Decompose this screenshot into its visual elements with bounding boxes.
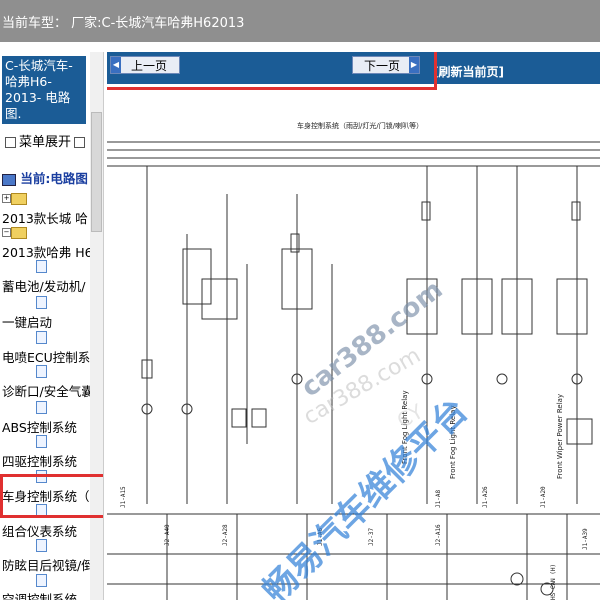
- sidebar-item-mirror[interactable]: 防眩目后视镜/倒: [2, 555, 94, 574]
- menu-icon: [5, 137, 16, 148]
- sidebar-item-label: ABS控制系统: [2, 420, 77, 435]
- menu-expand-label: 菜单展开: [19, 135, 72, 150]
- connector-label: J1-A39: [582, 528, 589, 550]
- connector-label: J1-A15: [120, 486, 127, 508]
- wiring-diagram[interactable]: 车身控制系统（雨刮/灯光/门锁/喇叭等） Front Fog Light Rel…: [107, 84, 600, 600]
- expand-icon[interactable]: +: [2, 194, 11, 203]
- computer-icon: [2, 173, 16, 186]
- document-icon: [36, 401, 47, 414]
- current-node-label: 当前:电路图: [20, 171, 88, 186]
- connector-label: J1-A20: [540, 486, 547, 508]
- connector-label: J2-37: [368, 528, 375, 546]
- current-node[interactable]: 当前:电路图: [2, 168, 88, 187]
- connector-label: J2-A16: [435, 524, 442, 546]
- sidebar-item-efi-ecu[interactable]: 电喷ECU控制系: [2, 347, 90, 366]
- sidebar-item-label: 蓄电池/发动机/: [2, 279, 86, 294]
- top-bar: 当前车型： 厂家:C-长城汽车哈弗H62013: [0, 0, 600, 42]
- highlight-box-sidebar: [0, 474, 103, 518]
- sidebar-item-label: 2013款哈弗 H6: [2, 245, 93, 260]
- folder-icon: [11, 226, 27, 239]
- sidebar-item-battery-engine[interactable]: 蓄电池/发动机/: [2, 276, 85, 295]
- document-icon: [36, 574, 47, 587]
- sidebar-item-label: 四驱控制系统: [2, 454, 78, 469]
- document-icon: [36, 365, 47, 378]
- sidebar-item-diagnostic-airbag[interactable]: 诊断口/安全气囊: [2, 381, 94, 400]
- document-icon: [36, 539, 47, 552]
- tree-folder-1[interactable]: +: [2, 190, 27, 205]
- sidebar: C-长城汽车-哈弗H6-2013- 电路图. 菜单展开 当前:电路图 + 201…: [0, 52, 104, 600]
- menu-icon-right: [74, 137, 86, 148]
- sidebar-item-4wd[interactable]: 四驱控制系统: [2, 451, 77, 470]
- folder-icon: [11, 192, 27, 205]
- connector-label: J1-A8: [435, 490, 442, 508]
- content-pane: ◀ 上一页 下一页 ▶ [刷新当前页] 车身控制系统（雨刮/灯光/门锁/喇叭等）: [107, 52, 600, 600]
- current-car-label: 当前车型： 厂家:C-长城汽车哈弗H62013: [2, 16, 245, 31]
- menu-expand-toggle[interactable]: 菜单展开: [2, 131, 88, 150]
- sidebar-item-label: 一键启动: [2, 315, 53, 330]
- sidebar-item-ac[interactable]: 空调控制系统: [2, 589, 77, 600]
- sidebar-item-label: 防眩目后视镜/倒: [2, 558, 94, 573]
- connector-label: J2-A40: [164, 524, 171, 546]
- sidebar-item-one-key-start[interactable]: 一键启动: [2, 312, 52, 331]
- collapse-icon[interactable]: −: [2, 228, 11, 237]
- connector-label: J1-A26: [482, 486, 489, 508]
- relay-label: Front Wiper Power Relay: [556, 394, 564, 479]
- scrollbar-thumb[interactable]: [91, 112, 102, 232]
- sidebar-item-abs[interactable]: ABS控制系统: [2, 417, 77, 436]
- document-icon: [36, 331, 47, 344]
- sidebar-title: C-长城汽车-哈弗H6-2013- 电路图.: [2, 56, 86, 124]
- sidebar-item-label: 组合仪表系统: [2, 524, 78, 539]
- document-icon: [36, 260, 47, 273]
- bus-label: HS CAN (H): [550, 564, 557, 600]
- diagram-title: 车身控制系统（雨刮/灯光/门锁/喇叭等）: [297, 121, 423, 130]
- sidebar-item-2013-haval-h6[interactable]: 2013款哈弗 H6: [2, 242, 93, 261]
- tree-folder-2[interactable]: −: [2, 224, 27, 239]
- document-icon: [36, 296, 47, 309]
- refresh-link[interactable]: [刷新当前页]: [433, 63, 504, 80]
- sidebar-item-label: 空调控制系统: [2, 592, 78, 600]
- sidebar-item-label: 诊断口/安全气囊: [2, 384, 94, 399]
- document-icon: [36, 435, 47, 448]
- connector-label: J2-A28: [222, 524, 229, 546]
- sidebar-item-label: 电喷ECU控制系: [2, 350, 91, 365]
- sidebar-item-instrument-cluster[interactable]: 组合仪表系统: [2, 521, 77, 540]
